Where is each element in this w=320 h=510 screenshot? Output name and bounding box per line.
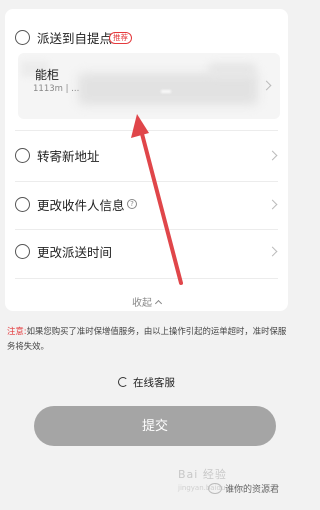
divider [15,181,278,182]
change-time-radio[interactable] [15,243,30,259]
divider [15,130,278,131]
option-change-recipient[interactable]: 更改收件人信息 ? [5,184,288,224]
page: 派送到自提点 推荐 能柜 1113m | ... 转寄新地址 更改收件人信息 ? [0,0,293,510]
notice-text: 注意:如果您购买了准时保增值服务，由以上操作引起的运单超时，准时保服务将失效。 [7,324,291,354]
collapse-toggle[interactable]: 收起 [5,294,288,309]
divider [15,229,278,230]
notice-body: 如果您购买了准时保增值服务，由以上操作引起的运单超时，准时保服务将失效。 [7,326,287,351]
blurred-area [161,90,171,93]
locker-name: 能柜 [35,68,60,82]
forward-address-label: 转寄新地址 [37,148,100,164]
blurred-area [78,73,258,105]
online-service-link[interactable]: 在线客服 [0,375,293,390]
locker-distance: 1113m | ... [33,84,80,94]
online-service-label: 在线客服 [133,377,175,389]
watermark-logo: Bai 经验 [178,468,227,481]
change-recipient-radio[interactable] [15,196,30,212]
info-icon[interactable]: ? [127,199,137,209]
option-forward-address[interactable]: 转寄新地址 [5,135,288,175]
change-recipient-label: 更改收件人信息 [37,197,125,213]
watermark-account: 谁你的资源君 [225,485,280,495]
collapse-label: 收起 [132,298,152,309]
chevron-right-icon [267,246,278,256]
headset-icon [118,377,128,387]
notice-prefix: 注意: [7,326,27,336]
self-pickup-label: 派送到自提点 [37,30,113,46]
submit-button[interactable]: 提交 [34,406,276,446]
wechat-icon [208,483,222,494]
chevron-right-icon [267,199,278,209]
delivery-options-card: 派送到自提点 推荐 能柜 1113m | ... 转寄新地址 更改收件人信息 ? [5,9,288,311]
forward-address-radio[interactable] [15,147,30,163]
self-pickup-radio[interactable] [15,29,30,45]
chevron-right-icon [261,80,272,91]
locker-card[interactable]: 能柜 1113m | ... [18,53,280,119]
blurred-area [208,63,256,77]
chevron-right-icon [267,150,278,160]
option-change-time[interactable]: 更改派送时间 [5,231,288,271]
chevron-up-icon [154,299,163,308]
recommended-badge: 推荐 [109,32,132,44]
change-time-label: 更改派送时间 [37,244,113,260]
option-self-pickup[interactable]: 派送到自提点 推荐 [5,17,288,57]
divider [15,278,278,279]
